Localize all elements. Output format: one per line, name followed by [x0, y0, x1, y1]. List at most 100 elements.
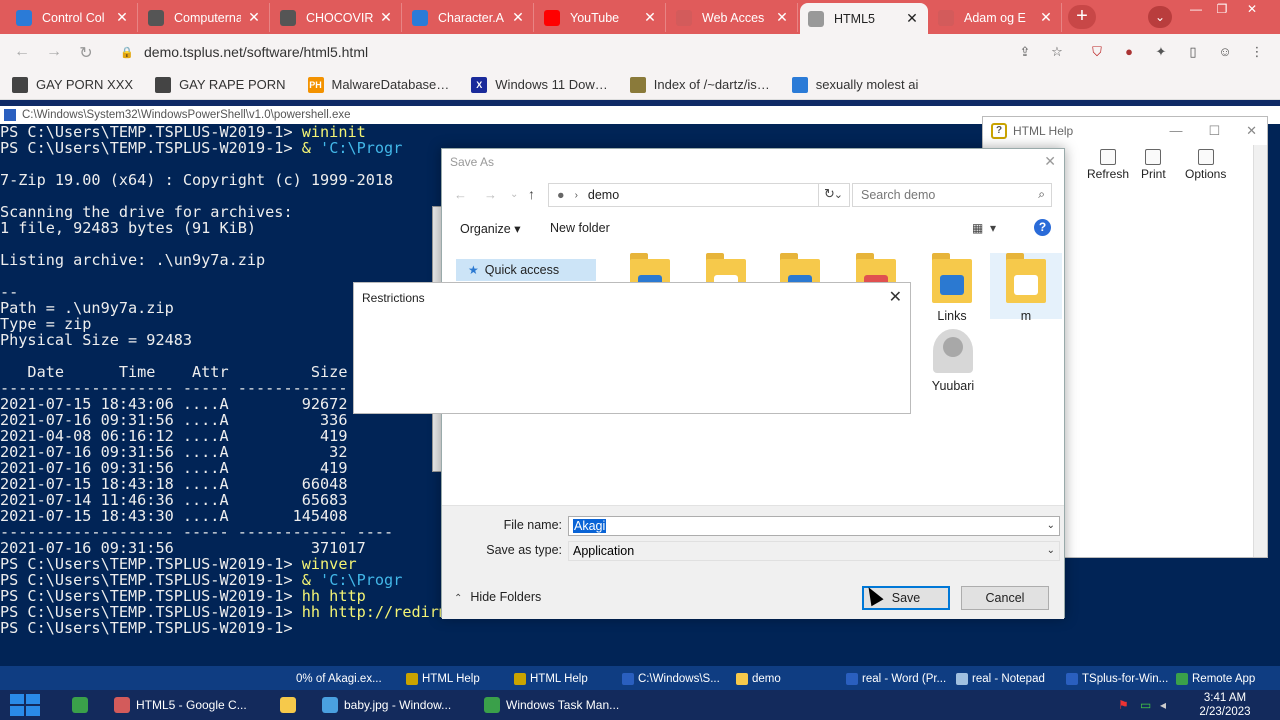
close-window-icon[interactable]: ✕ [1240, 2, 1264, 18]
help-print-button[interactable]: Print [1141, 149, 1166, 181]
reload-icon[interactable]: ↻ [76, 43, 96, 62]
path-segment[interactable]: demo [588, 188, 619, 202]
minimize-icon[interactable]: — [1184, 2, 1208, 18]
forward-icon[interactable]: → [484, 187, 497, 202]
address-bar[interactable]: 🔒 demo.tsplus.net/software/html5.html [110, 39, 1114, 65]
taskbar-app-icon[interactable] [72, 694, 94, 716]
share-icon[interactable]: ⇪ [1016, 44, 1034, 60]
bookmark-item[interactable]: X Windows 11 Dow… [471, 76, 608, 93]
volume-icon[interactable]: ◂ [1160, 698, 1174, 712]
remote-taskbar-item[interactable]: real - Word (Pr... [846, 669, 946, 689]
bookmark-star-icon[interactable]: ☆ [1048, 44, 1066, 60]
up-folder-icon[interactable]: ↑ [528, 186, 535, 202]
extension-avatar-icon[interactable]: ● [1120, 44, 1138, 60]
extensions-icon[interactable]: ✦ [1152, 44, 1170, 60]
tab-close-icon[interactable]: ✕ [115, 9, 129, 26]
folder-item[interactable]: Links [916, 253, 988, 323]
network-icon[interactable]: ▭ [1140, 698, 1154, 712]
browser-tab[interactable]: Control Col ✕ [8, 3, 138, 32]
recent-locations-icon[interactable]: ⌄ [510, 189, 518, 200]
tab-close-icon[interactable]: ✕ [511, 9, 525, 26]
tab-search-icon[interactable]: ⌄ [1148, 6, 1172, 28]
console-command: & [301, 139, 321, 157]
new-folder-button[interactable]: New folder [550, 221, 610, 235]
search-input[interactable]: Search demo ⌕ [852, 183, 1052, 207]
help-icon[interactable]: ? [1034, 219, 1051, 236]
view-options-icon[interactable]: ▦ ▾ [972, 221, 996, 235]
hide-folders-button[interactable]: ⌃ Hide Folders [454, 590, 541, 604]
tab-close-icon[interactable]: ✕ [905, 10, 919, 27]
bookmark-item[interactable]: Index of /~dartz/is… [629, 76, 770, 93]
restore-icon[interactable]: ❐ [1210, 2, 1234, 18]
help-options-button[interactable]: Options [1185, 149, 1226, 181]
browser-tab[interactable]: Web Acces ✕ [668, 3, 798, 32]
browser-tab[interactable]: HTML5 ✕ [800, 3, 928, 34]
bookmark-item[interactable]: PH MalwareDatabase… [307, 76, 449, 93]
browser-tab[interactable]: Adam og E ✕ [930, 3, 1062, 32]
console-line: 2021-07-15 18:43:18 ....A 66048 [0, 476, 347, 492]
help-minimize-icon[interactable]: — [1169, 123, 1182, 139]
side-panel-icon[interactable]: ▯ [1184, 44, 1202, 60]
chevron-down-icon[interactable]: ⌄ [1047, 520, 1055, 531]
host-taskbar-item[interactable] [280, 694, 302, 716]
organize-button[interactable]: Organize ▾ [460, 221, 520, 236]
browser-tab[interactable]: CHOCOVIR ✕ [272, 3, 402, 32]
browser-tab[interactable]: YouTube ✕ [536, 3, 666, 32]
help-maximize-icon[interactable]: ☐ [1208, 123, 1220, 139]
tab-close-icon[interactable]: ✕ [775, 9, 789, 26]
app-icon [72, 697, 88, 713]
host-taskbar-item[interactable]: HTML5 - Google C... [114, 694, 247, 716]
save-as-type-select[interactable]: Application ⌄ [568, 541, 1060, 561]
bookmark-item[interactable]: GAY RAPE PORN [155, 76, 286, 93]
tab-favicon-icon [938, 9, 954, 26]
folder-label: Links [937, 309, 967, 323]
menu-icon[interactable]: ⋮ [1248, 44, 1266, 60]
help-close-icon[interactable]: ✕ [1246, 123, 1257, 139]
remote-taskbar-item[interactable]: 0% of Akagi.ex... [296, 669, 382, 689]
refresh-icon[interactable]: ↻ [818, 183, 840, 207]
profile-icon[interactable]: ☺ [1216, 44, 1234, 60]
remote-taskbar-item[interactable]: TSplus-for-Win... [1066, 669, 1168, 689]
restrictions-close-icon[interactable]: ✕ [889, 287, 902, 307]
help-refresh-button[interactable]: Refresh [1087, 149, 1129, 181]
forward-icon[interactable]: → [44, 43, 64, 61]
new-tab-button[interactable]: + [1068, 5, 1096, 29]
remote-taskbar-item[interactable]: real - Notepad [956, 669, 1045, 689]
tab-close-icon[interactable]: ✕ [1039, 9, 1053, 26]
browser-tab[interactable]: Character.A ✕ [404, 3, 534, 32]
remote-taskbar-item[interactable]: HTML Help [406, 669, 480, 689]
chevron-down-icon[interactable]: ⌄ [1047, 545, 1055, 556]
ublock-icon[interactable]: ⛉ [1088, 44, 1106, 60]
remote-taskbar-item[interactable]: Remote App [1176, 669, 1255, 689]
remote-taskbar-label: HTML Help [530, 673, 588, 685]
host-taskbar-item[interactable]: baby.jpg - Window... [322, 694, 451, 716]
browser-tab[interactable]: Computerna ✕ [140, 3, 270, 32]
folder-item[interactable]: m [990, 253, 1062, 323]
restrictions-dialog[interactable]: Restrictions ✕ [353, 282, 911, 414]
flag-icon[interactable]: ⚑ [1118, 698, 1132, 712]
bookmark-item[interactable]: sexually molest ai [791, 76, 918, 93]
bookmark-item[interactable]: GAY PORN XXX [12, 76, 133, 93]
tab-close-icon[interactable]: ✕ [379, 9, 393, 26]
back-icon[interactable]: ← [454, 187, 467, 202]
html-help-title: HTML Help [1013, 124, 1074, 138]
folder-item[interactable]: Yuubari [917, 323, 989, 394]
tab-close-icon[interactable]: ✕ [247, 9, 261, 26]
remote-taskbar-item[interactable]: HTML Help [514, 669, 588, 689]
nav-quick-access[interactable]: ★ Quick access [456, 259, 596, 281]
help-scrollbar[interactable] [1253, 145, 1267, 557]
cancel-button[interactable]: Cancel [961, 586, 1049, 610]
host-taskbar-item[interactable]: Windows Task Man... [484, 694, 619, 716]
system-clock[interactable]: 3:41 AM 2/23/2023 [1192, 691, 1258, 719]
remote-taskbar-item[interactable]: demo [736, 669, 781, 689]
save-as-close-icon[interactable]: ✕ [1044, 153, 1056, 170]
remote-taskbar-item[interactable]: C:\Windows\S... [622, 669, 720, 689]
path-bar[interactable]: ● › demo ⌄ [548, 183, 850, 207]
quick-access-label: Quick access [484, 263, 560, 277]
tab-close-icon[interactable]: ✕ [643, 9, 657, 26]
windows-start-icon[interactable] [10, 694, 42, 716]
back-icon[interactable]: ← [12, 43, 32, 61]
console-line: Listing archive: .\un9y7a.zip [0, 252, 265, 268]
file-name-input[interactable]: Akagi ⌄ [568, 516, 1060, 536]
remote-desktop[interactable]: C:\Windows\System32\WindowsPowerShell\v1… [0, 100, 1280, 690]
